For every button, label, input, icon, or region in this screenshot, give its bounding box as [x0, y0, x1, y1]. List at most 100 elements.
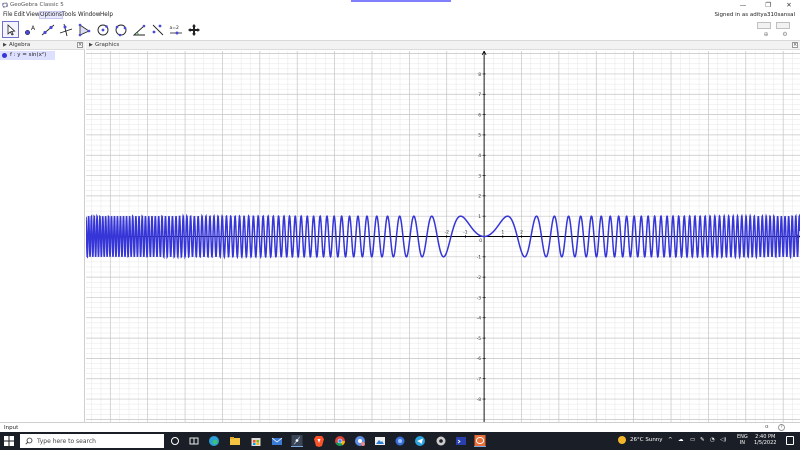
weather-text[interactable]: 26°C Sunny [630, 437, 663, 443]
weather-sun-icon[interactable] [618, 436, 626, 444]
polygon-tool[interactable] [75, 21, 92, 38]
y-tick-label: 3 [478, 173, 481, 179]
y-tick-label: 6 [478, 112, 481, 118]
y-tick-label: -6 [477, 356, 482, 362]
reflect-tool[interactable] [149, 21, 166, 38]
perpendicular-line-icon [59, 23, 73, 37]
battery-icon[interactable]: ▭ [690, 437, 695, 443]
y-tick-label: 2 [478, 194, 481, 200]
menu-help[interactable]: Help [100, 12, 113, 18]
point-icon: A [24, 25, 36, 36]
visibility-toggle-icon[interactable] [2, 53, 7, 58]
task-switcher-icon[interactable] [188, 435, 200, 447]
angle-tool[interactable] [130, 21, 147, 38]
geogebra-app: GeoGebra Classic 5 — ❐ ✕ File Edit View … [0, 0, 800, 450]
volume-icon[interactable]: ◁) [720, 437, 726, 443]
photos-icon[interactable] [374, 435, 386, 447]
y-tick-label: 1 [478, 214, 481, 220]
polygon-icon [78, 23, 91, 37]
geogebra-taskbar-icon[interactable] [291, 435, 303, 447]
function-plot[interactable]: -8 -7 -6 -5 -4 -3 -2 -1 1 2 3 4 5 6 7 8 -2 -1 1 2 0 [86, 51, 800, 422]
notifications-icon[interactable] [786, 436, 794, 445]
slider-icon: a=2 [170, 25, 182, 35]
app-circle-icon[interactable] [394, 435, 406, 447]
circle-center-icon [97, 24, 109, 36]
language-indicator[interactable]: ENG IN [737, 434, 748, 446]
menu-edit[interactable]: Edit [14, 12, 25, 18]
settings-gear-icon[interactable]: ⚙ [781, 31, 789, 38]
input-field[interactable] [18, 424, 768, 431]
close-window-button[interactable]: ✕ [778, 0, 800, 11]
tray-chevron-icon[interactable]: ^ [668, 437, 673, 443]
close-icon[interactable]: × [792, 42, 798, 48]
algebra-entry-f[interactable]: f : y = sin(x²) [0, 51, 55, 60]
y-tick-label: 5 [478, 133, 481, 139]
undo-button[interactable] [757, 22, 771, 29]
y-tick-label: 8 [478, 72, 481, 78]
move-cross-arrows-icon [188, 24, 200, 36]
perpendicular-line-tool[interactable] [57, 21, 74, 38]
title-accent [351, 0, 451, 2]
title-bar: GeoGebra Classic 5 — ❐ ✕ [0, 0, 800, 11]
settings-app-icon[interactable] [435, 435, 447, 447]
y-tick-label: -1 [477, 255, 482, 261]
pen-icon[interactable]: ✎ [700, 437, 705, 443]
circle-three-points-tool[interactable] [112, 21, 129, 38]
x-tick-label: -1 [463, 230, 468, 236]
taskbar-search-box[interactable]: Type here to search [20, 434, 164, 448]
y-tick-label: -4 [477, 316, 482, 322]
y-tick-label: -3 [477, 295, 482, 301]
move-graphics-view-tool[interactable] [185, 21, 202, 38]
circle-center-point-tool[interactable] [94, 21, 111, 38]
minimize-button[interactable]: — [732, 0, 754, 11]
input-bar: Input α ? [0, 422, 800, 432]
file-explorer-icon[interactable] [229, 435, 241, 447]
y-tick-label: 7 [478, 92, 481, 98]
menu-options[interactable]: Options [39, 11, 63, 19]
menu-file[interactable]: File [3, 12, 13, 18]
terminal-icon[interactable] [455, 435, 467, 447]
redo-button[interactable] [776, 22, 790, 29]
windows-start-icon[interactable] [4, 436, 14, 446]
brave-browser-icon[interactable] [313, 435, 325, 447]
collapse-triangle-icon[interactable]: ▶ [3, 42, 7, 48]
maximize-button[interactable]: ❐ [757, 0, 779, 11]
close-icon[interactable]: × [77, 42, 83, 48]
algebra-header: ▶ Algebra × [0, 41, 85, 50]
signed-in-status[interactable]: Signed in as aditya310sansal [714, 12, 795, 18]
function-definition[interactable]: f : y = sin(x²) [10, 52, 46, 58]
system-clock[interactable]: 2:40 PM 1/5/2022 [754, 434, 776, 446]
task-view-icon[interactable] [169, 435, 181, 447]
menu-view[interactable]: View [26, 12, 40, 18]
help-icon[interactable]: ⊕ [762, 31, 770, 38]
mail-icon[interactable] [271, 435, 283, 447]
windows-taskbar: Type here to search 26°C Sunny ^ ☁ ▭ ✎ ◔… [0, 432, 800, 450]
chrome-profile-icon[interactable] [354, 435, 366, 447]
y-tick-label: -5 [477, 336, 482, 342]
chrome-icon[interactable] [334, 435, 346, 447]
collapse-triangle-icon[interactable]: ▶ [89, 42, 93, 48]
graphics-header: ▶ Graphics × [86, 41, 800, 50]
input-help-icon[interactable]: ? [778, 424, 785, 431]
slider-tool[interactable]: a=2 [167, 21, 184, 38]
angle-icon [132, 24, 146, 36]
graphics-view[interactable]: ▶ Graphics × -8 -7 -6 -5 -4 -3 -2 -1 1 2 3 4 5 6 7 8 -2-… [86, 41, 800, 422]
symbol-keyboard-icon[interactable]: α [765, 424, 769, 430]
edge-browser-icon[interactable] [208, 435, 220, 447]
wifi-icon[interactable]: ◔ [710, 437, 715, 443]
menu-bar: File Edit View Options Tools Window Help… [0, 11, 800, 20]
menu-window[interactable]: Window [78, 12, 100, 18]
origin-label: 0 [479, 238, 482, 244]
move-tool[interactable] [2, 21, 19, 38]
onedrive-icon[interactable]: ☁ [678, 437, 684, 443]
microsoft-store-icon[interactable] [250, 435, 262, 447]
point-tool[interactable]: A [21, 21, 38, 38]
menu-tools[interactable]: Tools [62, 12, 76, 18]
circle-three-points-icon [115, 24, 127, 37]
telegram-icon[interactable] [414, 435, 426, 447]
svg-text:A: A [31, 25, 36, 32]
line-tool[interactable] [39, 21, 56, 38]
geogebra-classic-icon[interactable] [474, 435, 486, 447]
line-icon [41, 24, 55, 36]
algebra-title: Algebra [9, 42, 31, 48]
